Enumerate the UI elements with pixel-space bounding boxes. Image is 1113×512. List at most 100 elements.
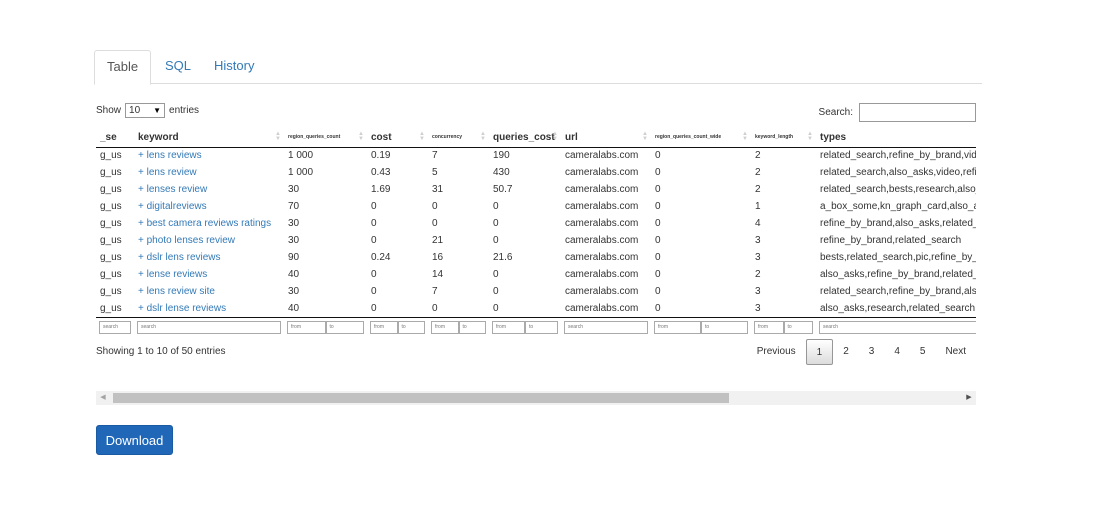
cell-cost: 0 (371, 269, 377, 280)
pagination-page-5[interactable]: 5 (910, 339, 936, 365)
search-input[interactable] (859, 103, 976, 122)
cell-concurrency: 5 (432, 167, 438, 178)
cell-concurrency: 21 (432, 235, 444, 246)
filter-queries-cost-from[interactable]: from (492, 321, 525, 335)
cell-url: cameralabs.com (565, 150, 639, 162)
filter-region-queries-count-wide-to[interactable]: to (701, 321, 748, 335)
cell-region-queries-count: 30 (288, 286, 300, 297)
filter-cost-to[interactable]: to (397, 321, 425, 335)
cell-region-queries-count-wide: 0 (655, 150, 661, 162)
cell-se: g_us (100, 218, 122, 229)
cell-region-queries-count-wide: 0 (655, 286, 661, 297)
cell-region-queries-count-wide: 0 (655, 184, 661, 195)
download-button[interactable]: Download (96, 425, 173, 455)
filter-region-queries-count-wide-from[interactable]: from (654, 321, 701, 335)
column-header-concurrency[interactable]: concurrency ▲ ▼ (428, 128, 489, 148)
scrollbar-thumb[interactable] (113, 393, 729, 403)
table-row: g_us + best camera reviews ratings 30 0 0 0 ca… (96, 215, 976, 232)
cell-keyword-length: 2 (755, 184, 761, 195)
cell-types: refine_by_brand,also_asks,related_ (820, 218, 976, 229)
column-header-types[interactable]: types (816, 128, 976, 148)
cell-keyword[interactable]: + dslr lens reviews (134, 249, 284, 266)
cell-url: cameralabs.com (565, 235, 639, 246)
column-header-url[interactable]: url ▲ ▼ (561, 128, 651, 148)
column-header-region-queries-count-wide[interactable]: region_queries_count_wide ▲ ▼ (651, 128, 751, 148)
filter-region-queries-count-to[interactable]: to (325, 321, 364, 335)
cell-se: g_us (100, 184, 122, 195)
cell-keyword[interactable]: + lenses review (134, 181, 284, 198)
column-header-keyword-length[interactable]: keyword_length ▲ ▼ (751, 128, 816, 148)
cell-region-queries-count: 1 000 (288, 167, 314, 178)
filter-keyword-input[interactable]: search (137, 321, 281, 335)
tab-bar: Table SQL History (94, 50, 982, 85)
pagination-previous[interactable]: Previous (747, 339, 806, 365)
cell-keyword[interactable]: + lens review (134, 164, 284, 181)
filter-keyword-length-to[interactable]: to (783, 321, 813, 335)
cell-keyword[interactable]: + photo lenses review (134, 232, 284, 249)
cell-keyword[interactable]: + digitalreviews (134, 198, 284, 215)
table-row: g_us + digitalreviews 70 0 0 0 cameralabs.com 0… (96, 198, 976, 215)
cell-region-queries-count: 30 (288, 184, 300, 195)
table-scroll-area: _se keyword ▲ ▼ region_queries_count ▲ ▼ cos… (96, 128, 976, 338)
horizontal-scrollbar[interactable]: ◀ ▶ (96, 391, 976, 405)
entries-select[interactable]: 10 ▼ (125, 103, 166, 118)
pagination-page-4[interactable]: 4 (884, 339, 910, 365)
entries-label: entries (169, 105, 200, 116)
cell-keyword-length: 4 (755, 218, 761, 229)
pagination-page-3[interactable]: 3 (859, 339, 885, 365)
cell-url: cameralabs.com (565, 218, 639, 229)
column-header-cost[interactable]: cost ▲ ▼ (367, 128, 428, 148)
sort-icon: ▲ ▼ (807, 131, 813, 142)
cell-keyword[interactable]: + lense reviews (134, 266, 284, 283)
filter-cost-from[interactable]: from (370, 321, 398, 335)
filter-concurrency-from[interactable]: from (431, 321, 459, 335)
sort-icon: ▲ ▼ (742, 131, 748, 142)
column-header-keyword[interactable]: keyword ▲ ▼ (134, 128, 284, 148)
cell-keyword-length: 2 (755, 150, 761, 162)
scroll-right-icon[interactable]: ▶ (962, 391, 976, 405)
tab-history[interactable]: History (202, 50, 266, 84)
sort-icon: ▲ ▼ (642, 131, 648, 142)
cell-types: also_asks,research,related_search, (820, 302, 976, 314)
pagination-page-2[interactable]: 2 (833, 339, 859, 365)
cell-keyword[interactable]: + lens reviews (134, 147, 284, 164)
filter-keyword-length-from[interactable]: from (754, 321, 784, 335)
filter-queries-cost-to[interactable]: to (525, 321, 558, 335)
cell-concurrency: 0 (432, 302, 438, 314)
cell-keyword[interactable]: + lens review site (134, 283, 284, 300)
filter-row: search search from to from to from to from t… (96, 316, 976, 336)
header-row: _se keyword ▲ ▼ region_queries_count ▲ ▼ cos… (96, 128, 976, 148)
cell-concurrency: 31 (432, 184, 444, 195)
cell-region-queries-count: 30 (288, 235, 300, 246)
filter-region-queries-count-from[interactable]: from (287, 321, 326, 335)
cell-keyword-length: 1 (755, 201, 761, 212)
pagination-next[interactable]: Next (935, 339, 976, 365)
data-table: _se keyword ▲ ▼ region_queries_count ▲ ▼ cos… (96, 128, 976, 336)
filter-types-input[interactable]: search (819, 321, 976, 335)
table-body: g_us + lens reviews 1 000 0.19 7 190 cameralab… (96, 147, 976, 317)
cell-region-queries-count-wide: 0 (655, 302, 661, 314)
tab-sql[interactable]: SQL (153, 50, 203, 84)
column-header-queries-cost[interactable]: queries_cost ▲ ▼ (489, 128, 561, 148)
pagination: Previous 1 2 3 4 5 Next (747, 339, 976, 365)
table-row: g_us + dslr lens reviews 90 0.24 16 21.6 camer… (96, 249, 976, 266)
table-row: g_us + photo lenses review 30 0 21 0 cameralab… (96, 232, 976, 249)
table-row: g_us + dslr lense reviews 40 0 0 0 cameralabs.… (96, 300, 976, 317)
filter-url-input[interactable]: search (564, 321, 648, 335)
cell-keyword[interactable]: + dslr lense reviews (134, 300, 284, 317)
cell-types: related_search,bests,research,also_ (820, 184, 976, 195)
tab-table[interactable]: Table (94, 50, 152, 85)
cell-se: g_us (100, 167, 122, 178)
cell-queries-cost: 0 (493, 235, 499, 246)
scroll-left-icon[interactable]: ◀ (96, 391, 110, 405)
column-header-se[interactable]: _se (96, 128, 134, 148)
cell-cost: 0.19 (371, 150, 391, 162)
cell-types: related_search,also_asks,video,refine (820, 167, 976, 178)
sort-icon: ▲ ▼ (358, 131, 364, 142)
cell-keyword[interactable]: + best camera reviews ratings (134, 215, 284, 232)
cell-concurrency: 14 (432, 269, 444, 280)
pagination-page-1[interactable]: 1 (805, 339, 834, 365)
filter-concurrency-to[interactable]: to (458, 321, 486, 335)
column-header-region-queries-count[interactable]: region_queries_count ▲ ▼ (284, 128, 367, 148)
filter-se-input[interactable]: search (99, 321, 131, 335)
